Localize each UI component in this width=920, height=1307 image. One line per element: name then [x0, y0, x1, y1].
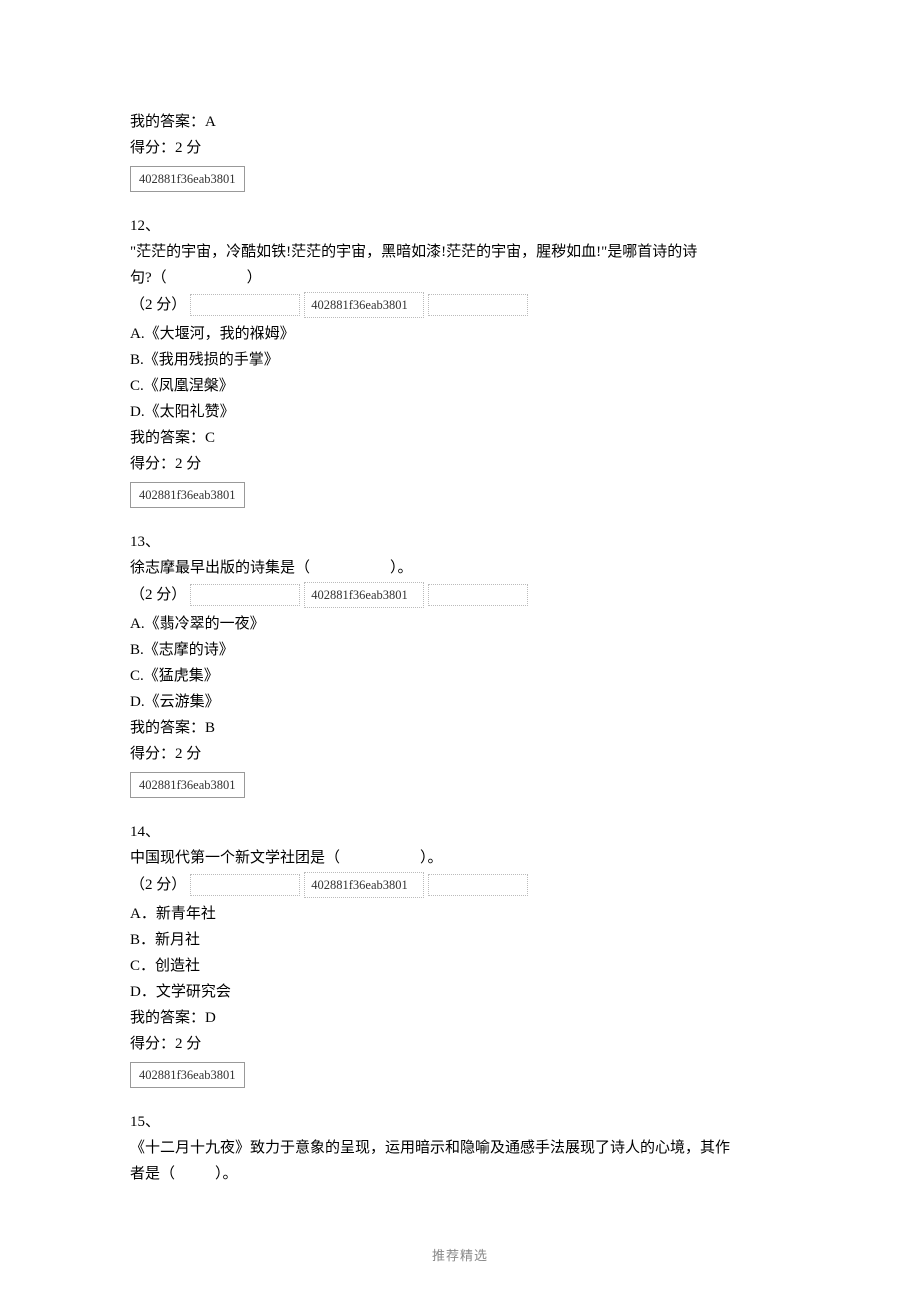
- score-label: 得分：: [130, 746, 175, 762]
- empty-box: [428, 584, 528, 606]
- score-value: 2 分: [175, 1036, 201, 1052]
- empty-box: [428, 874, 528, 896]
- score-value: 2 分: [175, 456, 201, 472]
- q12-stem-line1: "茫茫的宇宙，冷酷如铁!茫茫的宇宙，黑暗如漆!茫茫的宇宙，腥秽如血!"是哪首诗的…: [130, 240, 790, 264]
- option-d: D.《太阳礼赞》: [130, 400, 790, 424]
- score-label: 得分：: [130, 456, 175, 472]
- code-box: 402881f36eab3801: [130, 772, 245, 798]
- my-answer-label: 我的答案：: [130, 1010, 205, 1026]
- empty-box: [190, 294, 300, 316]
- prev-my-answer: 我的答案：A: [130, 110, 790, 134]
- code-box: 402881f36eab3801: [304, 872, 424, 898]
- points-label: （2 分）: [130, 583, 186, 607]
- my-answer-label: 我的答案：: [130, 720, 205, 736]
- code-box: 402881f36eab3801: [130, 482, 245, 508]
- question-number-14: 14、: [130, 820, 790, 844]
- option-b: B.《志摩的诗》: [130, 638, 790, 662]
- option-d: D．文学研究会: [130, 980, 790, 1004]
- option-c: C．创造社: [130, 954, 790, 978]
- q14-my-answer: 我的答案：D: [130, 1006, 790, 1030]
- q14-stem: 中国现代第一个新文学社团是（）。: [130, 846, 790, 870]
- score-value: 2 分: [175, 746, 201, 762]
- code-box: 402881f36eab3801: [130, 1062, 245, 1088]
- code-box: 402881f36eab3801: [130, 166, 245, 192]
- question-number-15: 15、: [130, 1110, 790, 1134]
- question-number-13: 13、: [130, 530, 790, 554]
- score-label: 得分：: [130, 1036, 175, 1052]
- q15-stem-line1: 《十二月十九夜》致力于意象的呈现，运用暗示和隐喻及通感手法展现了诗人的心境，其作: [130, 1136, 790, 1160]
- empty-box: [190, 874, 300, 896]
- my-answer-label: 我的答案：: [130, 114, 205, 130]
- option-c: C.《猛虎集》: [130, 664, 790, 688]
- q12-score: 得分：2 分: [130, 452, 790, 476]
- option-d: D.《云游集》: [130, 690, 790, 714]
- q13-my-answer: 我的答案：B: [130, 716, 790, 740]
- option-a: A.《大堰河，我的褓姆》: [130, 322, 790, 346]
- empty-box: [190, 584, 300, 606]
- q14-score: 得分：2 分: [130, 1032, 790, 1056]
- my-answer-value: A: [205, 114, 216, 130]
- points-row: （2 分） 402881f36eab3801: [130, 292, 790, 318]
- points-label: （2 分）: [130, 873, 186, 897]
- points-row: （2 分） 402881f36eab3801: [130, 872, 790, 898]
- q15-stem-line2: 者是（）。: [130, 1162, 790, 1186]
- my-answer-label: 我的答案：: [130, 430, 205, 446]
- score-value: 2 分: [175, 140, 201, 156]
- page-footer: 推荐精选: [130, 1246, 790, 1267]
- option-b: B.《我用残损的手掌》: [130, 348, 790, 372]
- my-answer-value: B: [205, 720, 215, 736]
- q13-stem: 徐志摩最早出版的诗集是（）。: [130, 556, 790, 580]
- code-box: 402881f36eab3801: [304, 292, 424, 318]
- q12-my-answer: 我的答案：C: [130, 426, 790, 450]
- score-label: 得分：: [130, 140, 175, 156]
- option-a: A．新青年社: [130, 902, 790, 926]
- my-answer-value: D: [205, 1010, 216, 1026]
- points-row: （2 分） 402881f36eab3801: [130, 582, 790, 608]
- q12-stem-line2: 句?（）: [130, 266, 790, 290]
- prev-score: 得分：2 分: [130, 136, 790, 160]
- empty-box: [428, 294, 528, 316]
- option-c: C.《凤凰涅槃》: [130, 374, 790, 398]
- my-answer-value: C: [205, 430, 215, 446]
- option-a: A.《翡冷翠的一夜》: [130, 612, 790, 636]
- code-box: 402881f36eab3801: [304, 582, 424, 608]
- question-number-12: 12、: [130, 214, 790, 238]
- option-b: B．新月社: [130, 928, 790, 952]
- points-label: （2 分）: [130, 293, 186, 317]
- q13-score: 得分：2 分: [130, 742, 790, 766]
